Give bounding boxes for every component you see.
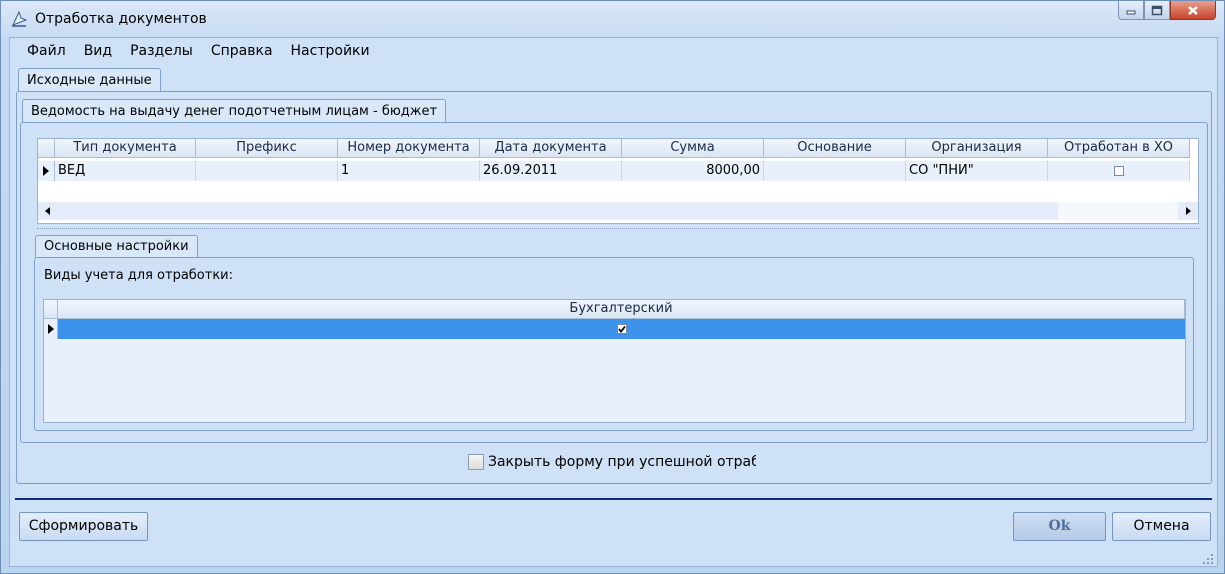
ok-button[interactable]: Ok [1013, 512, 1106, 541]
cell-sum[interactable]: 8000,00 [622, 161, 764, 181]
resize-grip-icon[interactable] [1202, 553, 1214, 565]
table-row[interactable] [44, 319, 1185, 339]
close-button[interactable] [1170, 1, 1216, 20]
processed-checkbox[interactable] [1113, 166, 1124, 176]
close-on-success-checkbox[interactable] [468, 454, 484, 470]
accounting-grid: Бухгалтерский [43, 299, 1186, 423]
col-prefix[interactable]: Префикс [196, 139, 338, 158]
client-area: Файл Вид Разделы Справка Настройки Исход… [9, 37, 1218, 567]
documents-grid: Тип документа Префикс Номер документа Да… [37, 138, 1199, 224]
minimize-icon [1126, 10, 1136, 15]
accounting-grid-header: Бухгалтерский [44, 300, 1185, 319]
cell-doc-number[interactable]: 1 [338, 161, 480, 181]
app-icon [12, 10, 28, 27]
col-doc-date[interactable]: Дата документа [480, 139, 622, 158]
menu-view[interactable]: Вид [75, 41, 121, 61]
close-on-success-option[interactable]: Закрыть форму при успешной отработке [468, 454, 756, 470]
cell-doc-date[interactable]: 26.09.2011 [480, 161, 622, 181]
menu-file[interactable]: Файл [18, 41, 75, 61]
cell-processed[interactable] [1048, 161, 1190, 181]
cell-doc-type[interactable]: ВЕД [55, 161, 196, 181]
row-indicator-header [38, 139, 55, 158]
maximize-icon [1151, 5, 1163, 15]
menu-settings[interactable]: Настройки [282, 41, 379, 61]
checkmark-icon [617, 325, 626, 333]
tab-main-settings[interactable]: Основные настройки [35, 235, 198, 257]
generate-button[interactable]: Сформировать [19, 512, 148, 541]
accounting-types-label: Виды учета для отработки: [44, 268, 234, 283]
minimize-button[interactable] [1118, 1, 1144, 20]
col-basis[interactable]: Основание [764, 139, 906, 158]
scroll-left-icon [44, 207, 50, 215]
cancel-button[interactable]: Отмена [1112, 512, 1211, 541]
col-processed[interactable]: Отработан в ХО [1048, 139, 1190, 158]
main-settings-panel: Виды учета для отработки: Бухгалтерский [34, 257, 1194, 431]
col-doc-type[interactable]: Тип документа [55, 139, 196, 158]
title-bar[interactable]: Отработка документов [1, 1, 1224, 37]
cell-basis[interactable] [764, 161, 906, 181]
row-pointer-icon [47, 324, 54, 334]
cell-prefix[interactable] [196, 161, 338, 181]
window-controls [1118, 1, 1216, 22]
scroll-right-icon [1185, 207, 1191, 215]
table-row[interactable]: ВЕД 1 26.09.2011 8000,00 СО "ПНИ" [38, 161, 1190, 181]
menu-sections[interactable]: Разделы [121, 41, 202, 61]
menu-help[interactable]: Справка [202, 41, 282, 61]
col-organization[interactable]: Организация [906, 139, 1048, 158]
col-accounting[interactable]: Бухгалтерский [58, 300, 1185, 319]
scroll-left-button[interactable] [38, 207, 56, 215]
documents-hscrollbar[interactable] [38, 202, 1198, 220]
row-indicator-header [44, 300, 58, 319]
window-title: Отработка документов [35, 11, 207, 27]
cell-accounting[interactable] [58, 319, 1185, 339]
col-doc-number[interactable]: Номер документа [338, 139, 480, 158]
main-window: Отработка документов Файл Вид Разделы Сп… [0, 0, 1225, 574]
maximize-button[interactable] [1144, 1, 1170, 20]
scroll-right-button[interactable] [1178, 207, 1198, 215]
menu-bar: Файл Вид Разделы Справка Настройки [18, 41, 379, 61]
row-indicator [44, 319, 58, 339]
splitter[interactable] [37, 228, 1199, 229]
close-on-success-label: Закрыть форму при успешной отработке [488, 454, 756, 470]
tab-source-data[interactable]: Исходные данные [18, 68, 161, 91]
close-icon [1188, 5, 1198, 15]
bottom-separator [15, 498, 1212, 500]
scroll-thumb[interactable] [1058, 202, 1178, 220]
accounting-checkbox[interactable] [616, 324, 627, 334]
cell-organization[interactable]: СО "ПНИ" [906, 161, 1048, 181]
accounting-grid-empty-area [44, 339, 1185, 422]
documents-grid-header: Тип документа Префикс Номер документа Да… [38, 139, 1190, 158]
row-indicator [38, 161, 55, 181]
tab-statement[interactable]: Ведомость на выдачу денег подотчетным ли… [22, 99, 447, 122]
col-sum[interactable]: Сумма [622, 139, 764, 158]
row-pointer-icon [43, 166, 49, 176]
